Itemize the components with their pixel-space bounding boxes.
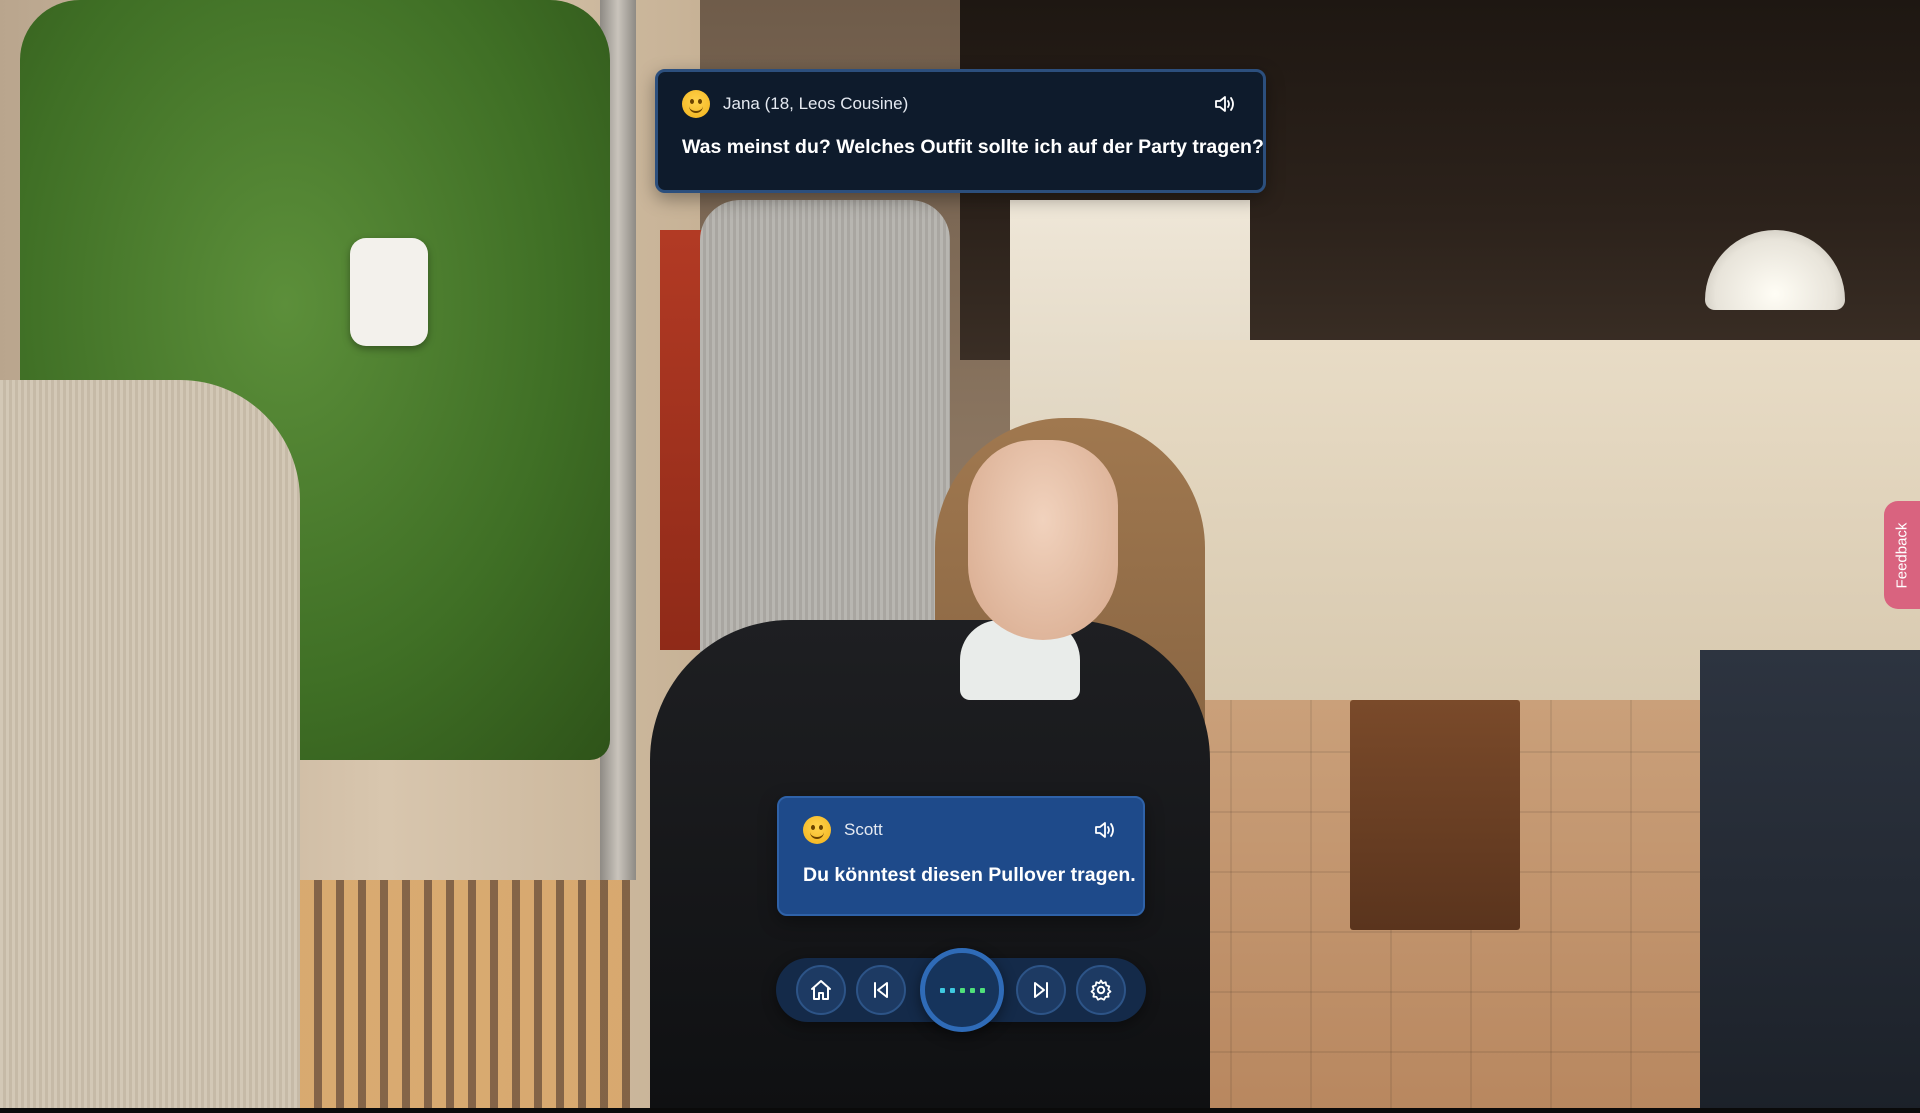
microphone-listening-button[interactable] bbox=[920, 948, 1004, 1032]
feedback-tab[interactable]: Feedback bbox=[1884, 501, 1920, 609]
gear-icon bbox=[1090, 979, 1112, 1001]
listening-dots-icon bbox=[939, 987, 945, 993]
npc-speech-bubble: Jana (18, Leos Cousine) Was meinst du? W… bbox=[655, 69, 1266, 193]
speaker-icon[interactable] bbox=[1211, 90, 1239, 118]
previous-button[interactable] bbox=[856, 965, 906, 1015]
character-face bbox=[968, 440, 1118, 640]
skip-back-icon bbox=[874, 982, 888, 998]
wooden-counter bbox=[1350, 700, 1520, 930]
npc-bubble-header: Jana (18, Leos Cousine) bbox=[682, 88, 1239, 120]
feedback-label: Feedback bbox=[1893, 522, 1911, 588]
cream-sweater bbox=[0, 380, 300, 1113]
skip-forward-icon bbox=[1034, 982, 1048, 998]
speaker-icon[interactable] bbox=[1091, 816, 1119, 844]
smiling-face-icon bbox=[803, 816, 831, 844]
control-bar bbox=[776, 948, 1146, 1032]
settings-button[interactable] bbox=[1076, 965, 1126, 1015]
price-tag bbox=[350, 238, 428, 346]
vr-scene: Jana (18, Leos Cousine) Was meinst du? W… bbox=[0, 0, 1920, 1113]
smiling-face-icon bbox=[682, 90, 710, 118]
bottom-edge bbox=[0, 1108, 1920, 1113]
home-button[interactable] bbox=[796, 965, 846, 1015]
grey-sweater bbox=[700, 200, 950, 660]
next-button[interactable] bbox=[1016, 965, 1066, 1015]
player-speech-text: Du könntest diesen Pullover tragen. bbox=[803, 864, 1136, 886]
jeans-rack bbox=[1700, 650, 1920, 1113]
player-speaker-name: Scott bbox=[844, 820, 883, 839]
player-bubble-header: Scott bbox=[803, 814, 1119, 846]
npc-speech-text: Was meinst du? Welches Outfit sollte ich… bbox=[682, 136, 1264, 158]
home-icon bbox=[811, 980, 831, 1000]
player-speech-bubble[interactable]: Scott Du könntest diesen Pullover tragen… bbox=[777, 796, 1145, 916]
wooden-hangers bbox=[300, 880, 630, 1113]
npc-speaker-name: Jana (18, Leos Cousine) bbox=[723, 94, 909, 113]
